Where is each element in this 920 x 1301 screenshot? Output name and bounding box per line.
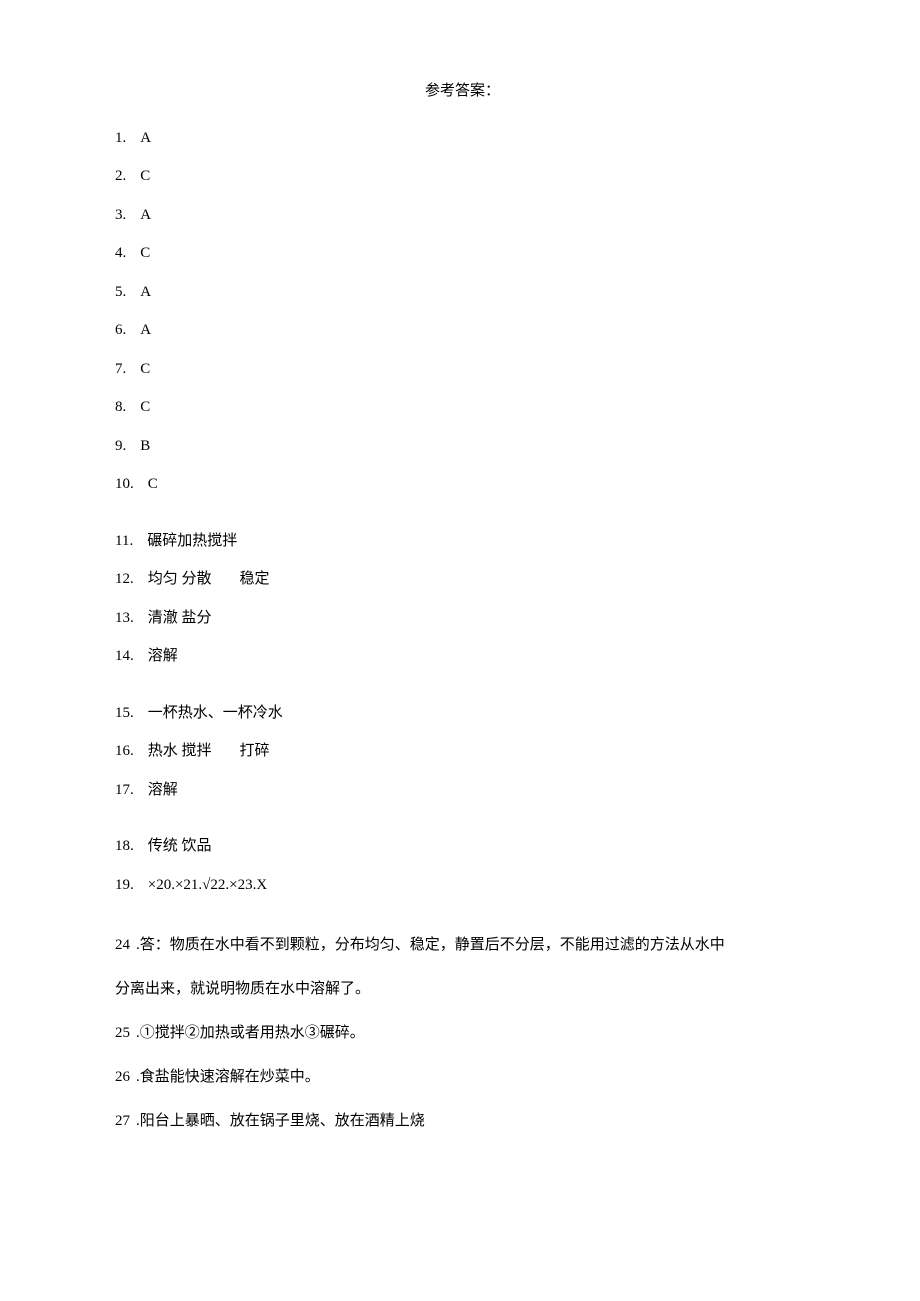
- answer-text: .①搅拌②加热或者用热水③碾碎。: [136, 1025, 365, 1041]
- page-title: 参考答案：: [115, 80, 810, 103]
- answer-number: 24: [115, 937, 130, 953]
- answer-letter: C: [140, 358, 150, 381]
- answer-text: 打碎: [240, 743, 270, 759]
- answer-text: 溶解: [148, 782, 178, 798]
- answer-letter: A: [140, 204, 151, 227]
- answer-text: 均匀 分散: [148, 571, 212, 587]
- fill-answer-row: 15. 一杯热水、一杯冷水: [115, 702, 810, 725]
- answer-number: 11.: [115, 530, 133, 553]
- answer-number: 7.: [115, 358, 126, 381]
- answer-number: 6.: [115, 319, 126, 342]
- answer-text: 清澈 盐分: [148, 610, 212, 626]
- answer-text: 溶解: [148, 648, 178, 664]
- fill-answer-row: 18. 传统 饮品: [115, 835, 810, 858]
- answer-text: 一杯热水、一杯冷水: [148, 705, 283, 721]
- fill-answer-row: 11. 碾碎加热搅拌: [115, 530, 810, 553]
- mc-answer-row: 3. A: [115, 204, 810, 227]
- fill-answer-row: 17. 溶解: [115, 779, 810, 802]
- answer-number: 18.: [115, 835, 134, 858]
- answer-number: 12.: [115, 568, 134, 591]
- fill-answer-row: 12. 均匀 分散 稳定: [115, 568, 810, 591]
- fill-blank-group-2: 15. 一杯热水、一杯冷水 16. 热水 搅拌 打碎 17. 溶解: [115, 702, 810, 802]
- answer-text: 稳定: [240, 571, 270, 587]
- answer-number: 1.: [115, 127, 126, 150]
- fill-answer-row: 16. 热水 搅拌 打碎: [115, 740, 810, 763]
- answer-number: 16.: [115, 740, 134, 763]
- mc-answer-row: 1. A: [115, 127, 810, 150]
- answer-text: .食盐能快速溶解在炒菜中。: [136, 1069, 320, 1085]
- answer-letter: C: [140, 165, 150, 188]
- answer-number: 9.: [115, 435, 126, 458]
- answer-number: 5.: [115, 281, 126, 304]
- answer-number: 4.: [115, 242, 126, 265]
- mc-answer-row: 5. A: [115, 281, 810, 304]
- answer-number: 8.: [115, 396, 126, 419]
- answer-letter: C: [148, 473, 158, 496]
- answer-26: 26 .食盐能快速溶解在炒菜中。: [115, 1062, 810, 1092]
- fill-blank-group-3: 18. 传统 饮品 19. ×20.×21.√22.×23.X: [115, 835, 810, 896]
- answer-27: 27 .阳台上暴晒、放在锅子里烧、放在酒精上烧: [115, 1106, 810, 1136]
- answer-text-line1: 物质在水中看不到颗粒，分布均匀、稳定，静置后不分层，不能用过滤的方法从水中: [170, 937, 725, 953]
- answer-24: 24 .答：物质在水中看不到颗粒，分布均匀、稳定，静置后不分层，不能用过滤的方法从…: [115, 930, 810, 960]
- mc-answer-row: 4. C: [115, 242, 810, 265]
- answer-number: 26: [115, 1069, 130, 1085]
- fill-answer-row: 13. 清澈 盐分: [115, 607, 810, 630]
- answer-text: 传统 饮品: [148, 838, 212, 854]
- mc-answer-row: 8. C: [115, 396, 810, 419]
- answer-number: 15.: [115, 702, 134, 725]
- answer-number: 2.: [115, 165, 126, 188]
- mc-answer-row: 2. C: [115, 165, 810, 188]
- answer-prefix: .答：: [136, 937, 170, 953]
- answer-text: 碾碎加热搅拌: [147, 533, 237, 549]
- answer-number: 17.: [115, 779, 134, 802]
- answer-number: 14.: [115, 645, 134, 668]
- answer-text: 热水 搅拌: [148, 743, 212, 759]
- answer-number: 27: [115, 1113, 130, 1129]
- answer-letter: A: [140, 127, 151, 150]
- mc-answer-row: 9. B: [115, 435, 810, 458]
- mc-answer-row: 7. C: [115, 358, 810, 381]
- fill-blank-group-1: 11. 碾碎加热搅拌 12. 均匀 分散 稳定 13. 清澈 盐分 14. 溶解: [115, 530, 810, 668]
- answer-25: 25 .①搅拌②加热或者用热水③碾碎。: [115, 1018, 810, 1048]
- mc-answer-row: 6. A: [115, 319, 810, 342]
- answer-number: 19.: [115, 874, 134, 897]
- multiple-choice-answers: 1. A 2. C 3. A 4. C 5. A 6. A 7. C 8. C 9. B 10. C: [115, 127, 810, 496]
- fill-answer-row: 19. ×20.×21.√22.×23.X: [115, 874, 810, 897]
- answer-24-continuation: 分离出来，就说明物质在水中溶解了。: [115, 974, 810, 1004]
- answer-letter: B: [140, 435, 150, 458]
- answer-number: 10.: [115, 473, 134, 496]
- answer-text: ×20.×21.√22.×23.X: [148, 877, 267, 893]
- answer-number: 3.: [115, 204, 126, 227]
- answer-number: 13.: [115, 607, 134, 630]
- answer-text: .阳台上暴晒、放在锅子里烧、放在酒精上烧: [136, 1113, 425, 1129]
- answer-letter: C: [140, 396, 150, 419]
- fill-answer-row: 14. 溶解: [115, 645, 810, 668]
- answer-letter: C: [140, 242, 150, 265]
- answer-letter: A: [140, 281, 151, 304]
- answer-letter: A: [140, 319, 151, 342]
- answer-number: 25: [115, 1025, 130, 1041]
- mc-answer-row: 10. C: [115, 473, 810, 496]
